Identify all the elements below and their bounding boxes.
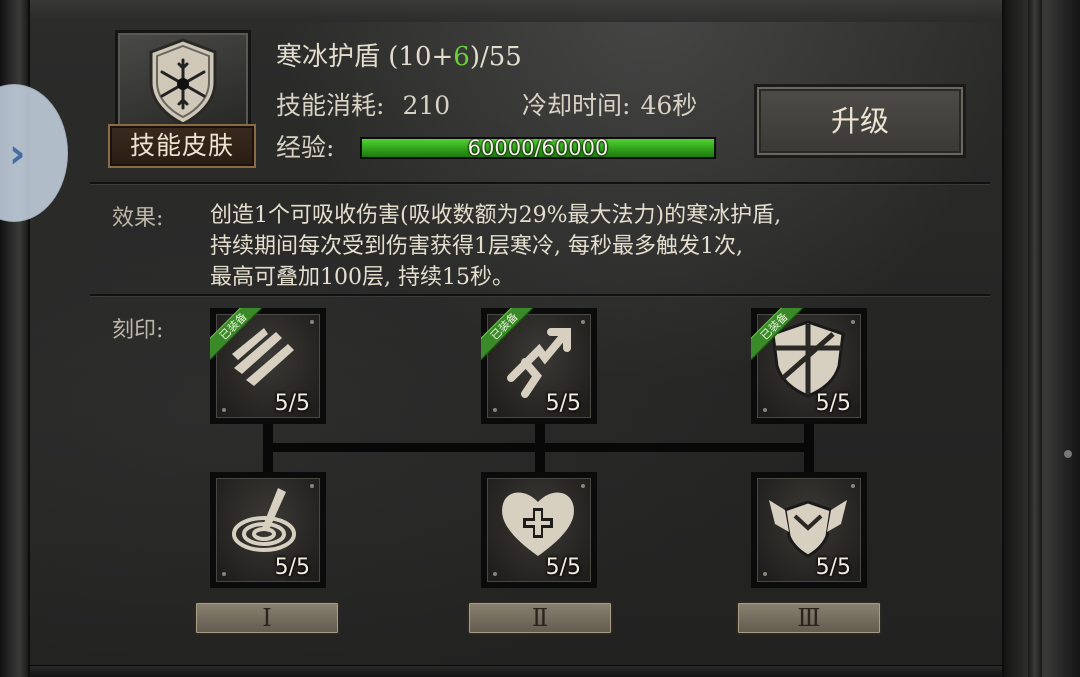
skill-level-suffix: )/55 [469, 42, 522, 72]
vortex-icon [232, 488, 296, 552]
upgrade-button[interactable]: 升级 [754, 84, 966, 158]
bottom-frame [30, 665, 1002, 677]
right-frame [1002, 0, 1080, 677]
heart-plus-icon [502, 492, 574, 556]
cooldown-label: 冷却时间: [522, 91, 631, 120]
effect-label: 效果: [112, 206, 164, 231]
equipped-tag: 已装备 [210, 308, 262, 360]
rune-level: 5/5 [545, 555, 581, 580]
rune-level: 5/5 [815, 555, 851, 580]
tier-plaque-2: Ⅱ [467, 601, 613, 635]
skill-title: 寒冰护盾 (10+6)/55 [276, 36, 522, 73]
top-frame [30, 0, 1002, 22]
effect-line: 最高可叠加100层, 持续15秒。 [210, 265, 514, 290]
rune-slot-top-2[interactable]: 已装备 5/5 [481, 308, 597, 424]
effect-description: 创造1个可吸收伤害(吸收数额为29%最大法力)的寒冰护盾, 持续期间每次受到伤害… [210, 200, 970, 293]
equipped-tag: 已装备 [751, 308, 803, 360]
cost-value: 210 [402, 91, 451, 120]
tier-plaque-3: Ⅲ [736, 601, 882, 635]
rune-level: 5/5 [815, 391, 851, 416]
equipped-tag: 已装备 [481, 308, 533, 360]
skill-name: 寒冰护盾 [276, 42, 381, 72]
skill-level-bonus: 6 [453, 42, 470, 72]
exp-bar: 60000/60000 [360, 136, 716, 160]
rune-slot-bottom-1[interactable]: 5/5 [210, 472, 326, 588]
rune-slot-bottom-2[interactable]: 5/5 [481, 472, 597, 588]
skill-cooldown: 冷却时间: 46秒 [522, 86, 697, 122]
snowflake-shield-icon [149, 38, 217, 126]
cooldown-value: 46秒 [640, 91, 698, 120]
chevron-right-icon: › [9, 131, 26, 177]
rune-slot-top-3[interactable]: 已装备 5/5 [751, 308, 867, 424]
rune-level: 5/5 [274, 555, 310, 580]
winged-shield-icon [769, 500, 847, 558]
tier-plaque-1: Ⅰ [194, 601, 340, 635]
skill-cost: 技能消耗: 210 [276, 86, 450, 122]
divider [90, 294, 990, 296]
effect-line: 创造1个可吸收伤害(吸收数额为29%最大法力)的寒冰护盾, [210, 203, 782, 228]
exp-text: 60000/60000 [467, 136, 609, 160]
effect-line: 持续期间每次受到伤害获得1层寒冷, 每秒最多触发1次, [210, 234, 743, 259]
divider [90, 182, 990, 184]
skill-skin-button[interactable]: 技能皮肤 [108, 124, 256, 168]
cost-label: 技能消耗: [276, 91, 385, 120]
rune-level: 5/5 [545, 391, 581, 416]
rune-label: 刻印: [112, 318, 164, 343]
rune-level: 5/5 [274, 391, 310, 416]
rune-slot-top-1[interactable]: 已装备 5/5 [210, 308, 326, 424]
skill-level-prefix: (10+ [388, 42, 454, 72]
rune-slot-bottom-3[interactable]: 5/5 [751, 472, 867, 588]
exp-label: 经验: [276, 133, 335, 162]
rune-connector [263, 443, 814, 452]
